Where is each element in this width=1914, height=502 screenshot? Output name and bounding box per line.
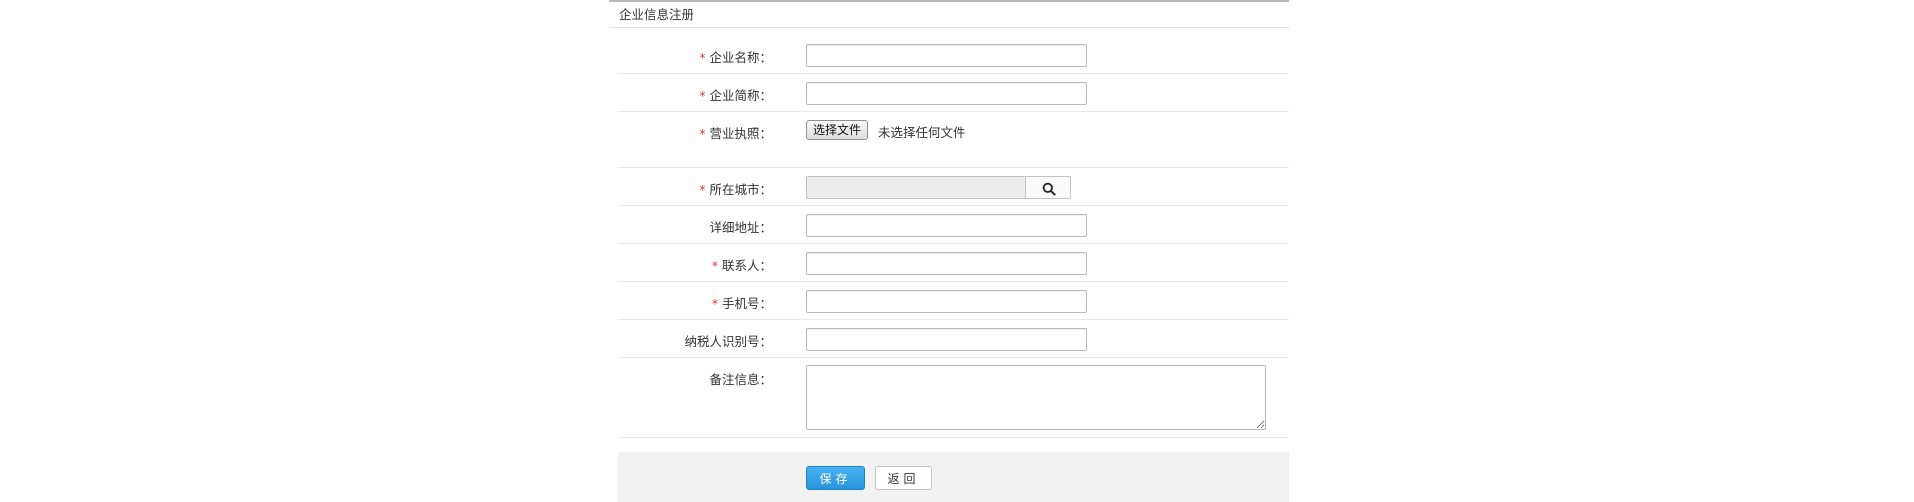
address-input[interactable] [806,214,1087,237]
form-row-address: 详细地址： [618,206,1289,244]
contact-label: * 联系人： [711,258,772,273]
remarks-label: 备注信息： [709,372,772,387]
form-row-phone: * 手机号： [618,282,1289,320]
tax-id-label: 纳税人识别号： [684,334,772,349]
contact-input[interactable] [806,252,1087,275]
business-license-label: * 营业执照： [699,126,772,141]
city-input[interactable] [806,176,1025,199]
form-row-contact: * 联系人： [618,244,1289,282]
form-row-business-license: * 营业执照： 选择文件 未选择任何文件 [618,112,1289,168]
form-row-tax-id: 纳税人识别号： [618,320,1289,358]
city-search-button[interactable] [1025,176,1071,199]
search-icon [1042,182,1056,196]
registration-panel: 企业信息注册 * 企业名称： * 企业简称： * 营业执照： 选择文件 未选择任何文件… [609,0,1289,502]
remarks-textarea[interactable] [806,365,1266,430]
choose-file-button[interactable]: 选择文件 [806,120,869,140]
required-mark: * [699,51,706,65]
address-label: 详细地址： [709,220,772,235]
required-mark: * [699,127,706,141]
back-button[interactable]: 返回 [875,466,932,490]
required-mark: * [699,89,706,103]
form-footer: 保存 返回 [618,452,1289,502]
form-row-company-name: * 企业名称： [618,36,1289,74]
save-button[interactable]: 保存 [806,466,865,490]
company-short-name-input[interactable] [806,82,1087,105]
company-short-name-label: * 企业简称： [699,88,772,103]
required-mark: * [711,297,718,311]
company-name-input[interactable] [806,44,1087,67]
phone-input[interactable] [806,290,1087,313]
tax-id-input[interactable] [806,328,1087,351]
form-row-remarks: 备注信息： [618,358,1289,438]
form-row-company-short-name: * 企业简称： [618,74,1289,112]
company-name-label: * 企业名称： [699,50,772,65]
panel-title: 企业信息注册 [609,2,1289,28]
required-mark: * [699,183,706,197]
city-label: * 所在城市： [699,182,772,197]
phone-label: * 手机号： [711,296,772,311]
file-status-text: 未选择任何文件 [878,125,966,140]
form-row-city: * 所在城市： [618,168,1289,206]
required-mark: * [711,259,718,273]
